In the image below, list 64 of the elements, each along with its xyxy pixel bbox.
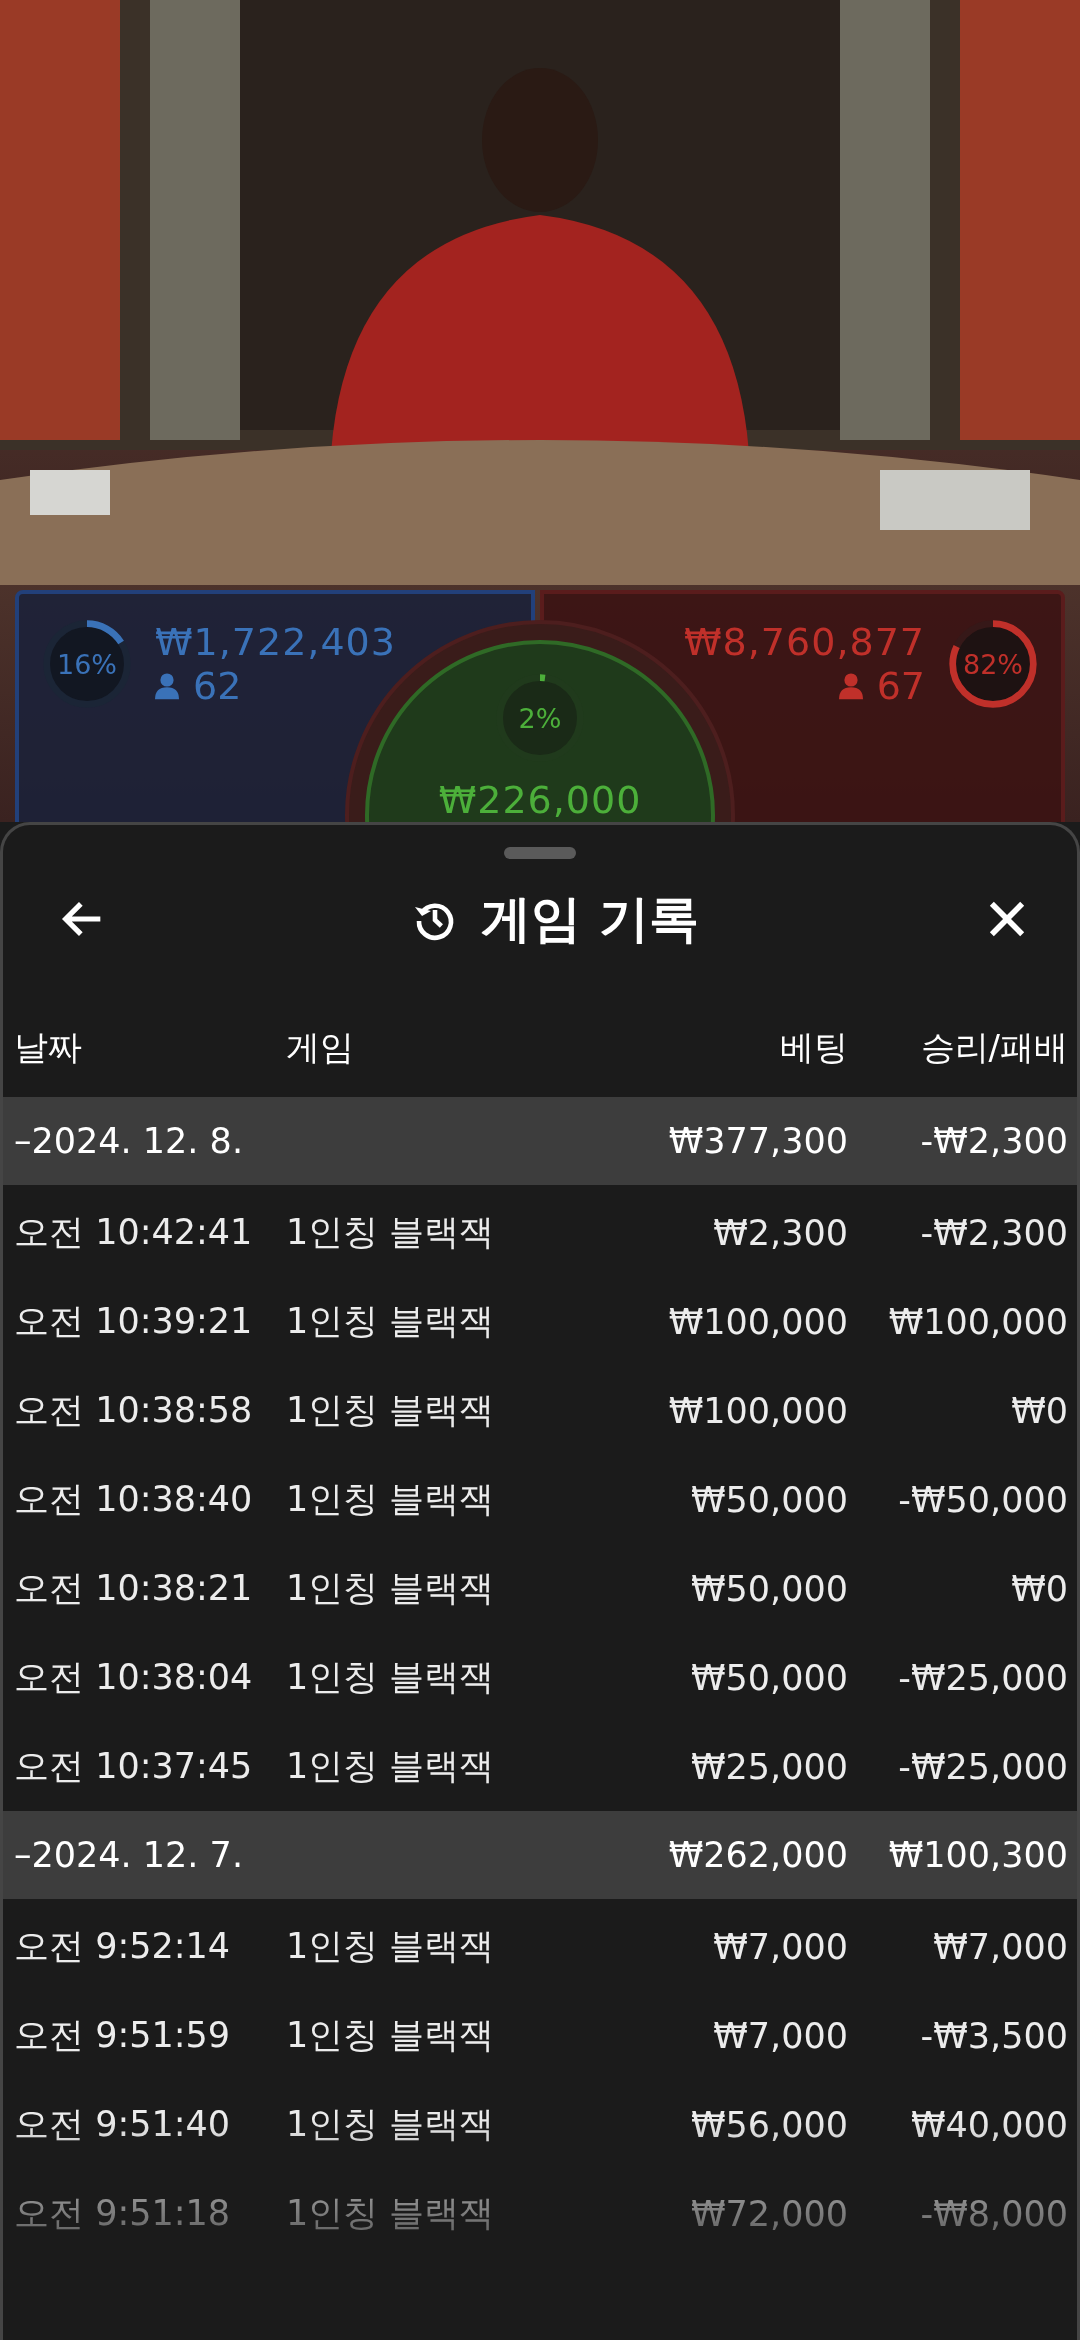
table-cell-text: ₩2,300 xyxy=(712,1212,848,1253)
table-cell-text: ₩100,000 xyxy=(667,1301,848,1342)
table-cell-text: ₩50,000 xyxy=(689,1479,848,1520)
table-cell-text: ₩100,000 xyxy=(667,1390,848,1431)
table-cell-text: 오전 10:38:04 xyxy=(14,1656,254,1699)
column-header: 날짜 xyxy=(14,1026,83,1069)
player-count: 62 xyxy=(193,667,242,705)
table-cell-text: ₩50,000 xyxy=(689,1657,848,1698)
table-cell-text: 오전 10:39:21 xyxy=(14,1300,254,1343)
table-cell-text: ₩40,000 xyxy=(909,2104,1068,2145)
table-cell-text: 1인칭 블랙잭 xyxy=(286,1656,496,1699)
person-icon xyxy=(155,672,179,700)
sheet-title: 게임 기록 xyxy=(481,888,699,950)
table-cell-text: ₩7,000 xyxy=(712,1926,848,1967)
table-cell-text: 오전 9:51:59 xyxy=(14,2014,232,2057)
table-cell-text: ₩50,000 xyxy=(689,1568,848,1609)
percentage-text: 82% xyxy=(963,650,1023,678)
table-cell-text: 1인칭 블랙잭 xyxy=(286,1925,496,1968)
table-cell-text: 1인칭 블랙잭 xyxy=(286,1300,496,1343)
table-cell-text: ₩7,000 xyxy=(712,2015,848,2056)
table-cell-text: ₩7,000 xyxy=(932,1926,1068,1967)
table-cell-text: -₩8,000 xyxy=(919,2193,1068,2234)
column-header: 게임 xyxy=(286,1026,355,1069)
table-cell-text: 1인칭 블랙잭 xyxy=(286,2192,496,2235)
table-cell-text: 1인칭 블랙잭 xyxy=(286,1389,496,1432)
table-cell-text: -₩3,500 xyxy=(919,2015,1068,2056)
table-cell-text: 오전 10:42:41 xyxy=(14,1211,254,1254)
table-cell-text: -₩25,000 xyxy=(897,1746,1068,1787)
person-icon xyxy=(838,672,863,700)
table-cell-text: ₩0 xyxy=(1010,1390,1068,1431)
table-cell-text: ₩100,000 xyxy=(887,1301,1068,1342)
date-group-row[interactable]: –2024. 12. 8. ₩377,300 -₩2,300 xyxy=(3,1097,1077,1185)
table-cell-text: 오전 9:52:14 xyxy=(14,1925,232,1968)
table-cell-text: 오전 10:38:58 xyxy=(14,1389,254,1432)
table-cell-text: ₩0 xyxy=(1010,1568,1068,1609)
table-cell-text: 1인칭 블랙잭 xyxy=(286,1211,496,1254)
group-date: –2024. 12. 7. xyxy=(14,1835,244,1875)
group-result-total: -₩2,300 xyxy=(919,1121,1068,1161)
column-header: 승리/패배 xyxy=(919,1026,1068,1069)
player-count: 67 xyxy=(876,667,925,705)
table-cell-text: 1인칭 블랙잭 xyxy=(286,2014,496,2057)
date-group-row[interactable]: –2024. 12. 7. ₩262,000 ₩100,300 xyxy=(3,1811,1077,1899)
table-cell-text: 1인칭 블랙잭 xyxy=(286,1478,496,1521)
drag-handle[interactable] xyxy=(504,847,576,859)
group-bet-total: ₩377,300 xyxy=(667,1121,848,1161)
table-cell-text: 1인칭 블랙잭 xyxy=(286,1567,496,1610)
table-cell-text: ₩72,000 xyxy=(689,2193,848,2234)
group-bet-total: ₩262,000 xyxy=(667,1835,848,1875)
table-cell-text: ₩25,000 xyxy=(689,1746,848,1787)
table-cell-text: -₩50,000 xyxy=(897,1479,1068,1520)
group-date: –2024. 12. 8. xyxy=(14,1121,244,1161)
percentage-text: 16% xyxy=(57,650,117,678)
table-cell-text: 1인칭 블랙잭 xyxy=(286,2103,496,2146)
table-cell-text: 오전 9:51:40 xyxy=(14,2103,232,2146)
group-result-total: ₩100,300 xyxy=(887,1835,1068,1875)
table-cell-text: 오전 10:37:45 xyxy=(14,1745,254,1788)
table-cell-text: 오전 10:38:21 xyxy=(14,1567,254,1610)
table-cell-text: -₩25,000 xyxy=(897,1657,1068,1698)
table-cell-text: 오전 9:51:18 xyxy=(14,2192,232,2235)
table-cell-text: 오전 10:38:40 xyxy=(14,1478,254,1521)
table-cell-text: ₩56,000 xyxy=(689,2104,848,2145)
table-cell-text: 1인칭 블랙잭 xyxy=(286,1745,496,1788)
column-header: 베팅 xyxy=(779,1026,848,1069)
table-cell-text: -₩2,300 xyxy=(919,1212,1068,1253)
